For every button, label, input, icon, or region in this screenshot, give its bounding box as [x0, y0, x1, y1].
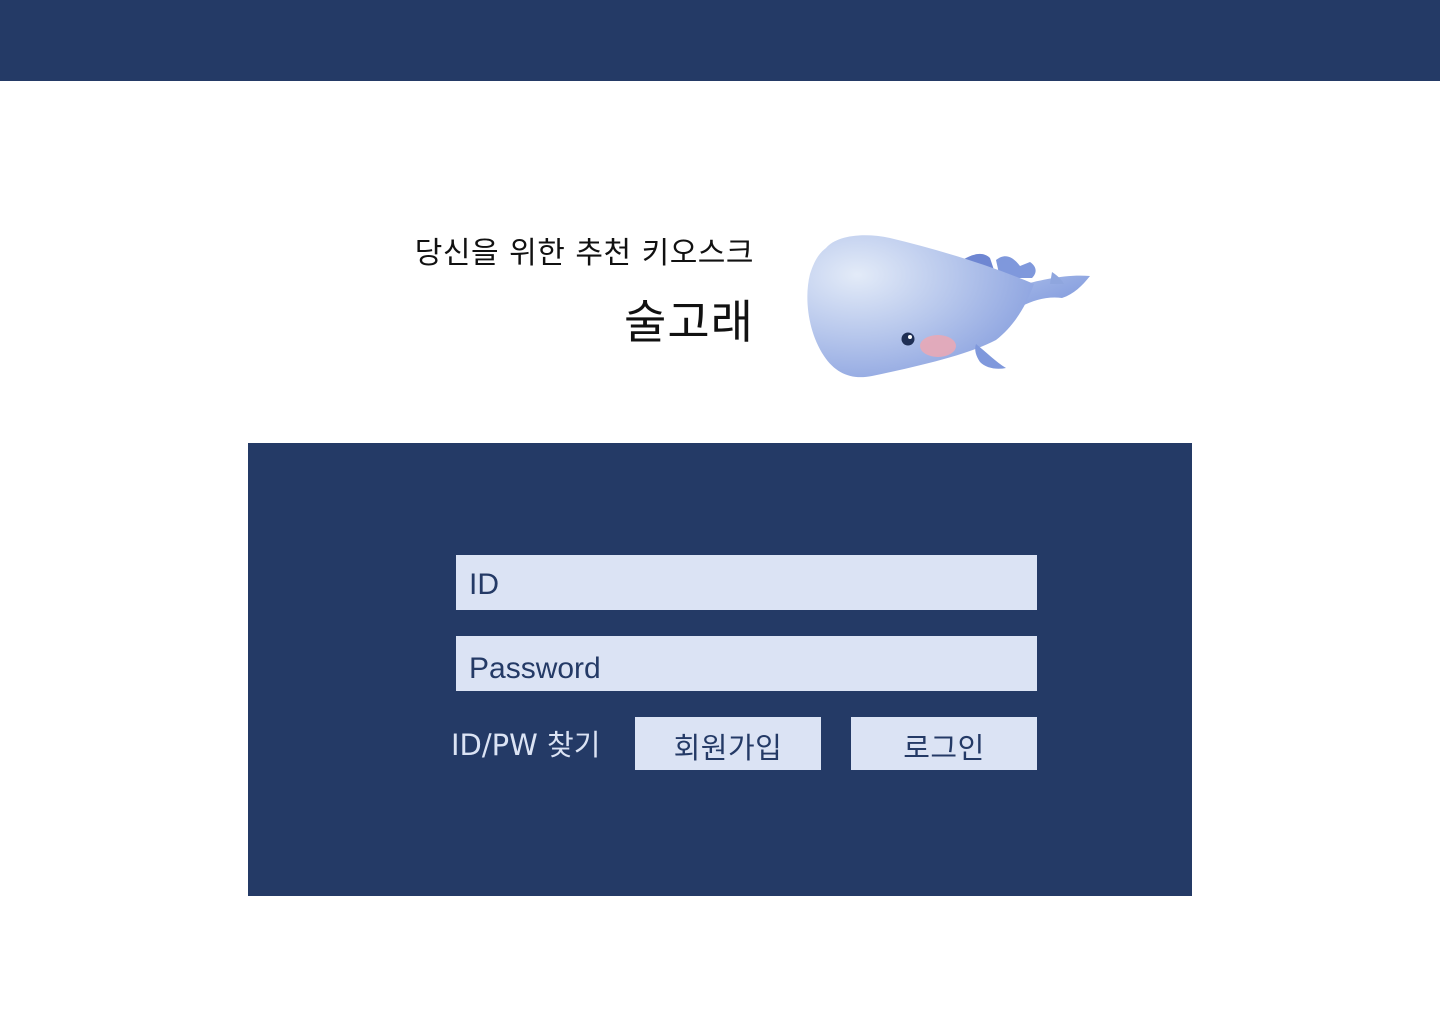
hero-section: 당신을 위한 추천 키오스크 술고래: [0, 0, 1440, 440]
login-button[interactable]: 로그인: [851, 717, 1037, 770]
signup-button[interactable]: 회원가입: [635, 717, 821, 770]
whale-mascot-icon: [807, 235, 1090, 378]
brand-name: 술고래: [624, 295, 754, 349]
tagline: 당신을 위한 추천 키오스크: [414, 236, 754, 271]
find-id-pw-link[interactable]: ID/PW 찾기: [451, 727, 600, 763]
password-input[interactable]: [456, 636, 1037, 691]
login-panel: ID/PW 찾기 회원가입 로그인: [248, 443, 1192, 896]
id-input[interactable]: [456, 555, 1037, 610]
